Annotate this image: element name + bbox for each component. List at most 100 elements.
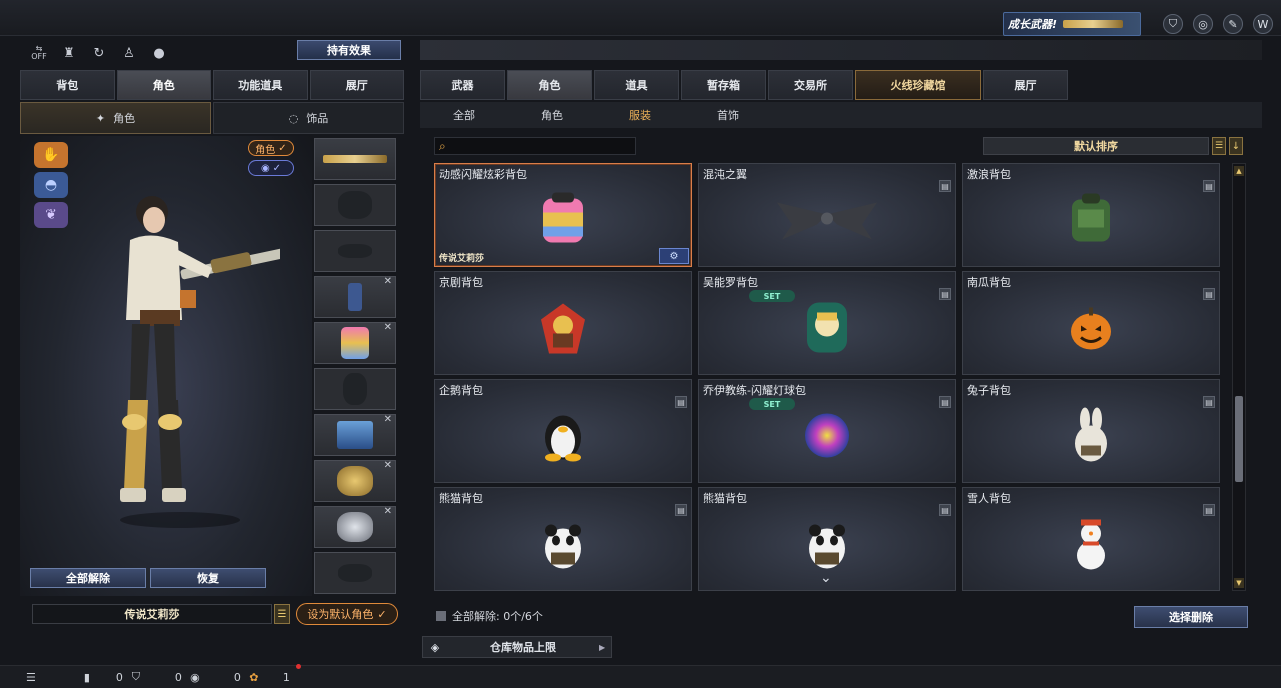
storage-limit-button[interactable]: ◈ 仓库物品上限 ▶: [422, 636, 612, 658]
item-card[interactable]: 兔子背包 ▤: [962, 379, 1220, 483]
tab-character[interactable]: 角色: [507, 70, 592, 100]
item-card[interactable]: 南瓜背包 ▤: [962, 271, 1220, 375]
character-name-field[interactable]: 传说艾莉莎: [32, 604, 272, 624]
globe-icon[interactable]: ◎: [1193, 14, 1213, 34]
subtab-accessories[interactable]: ◌ 饰品: [213, 102, 404, 134]
subtab-character[interactable]: 角色: [508, 102, 596, 128]
item-card[interactable]: 混沌之翼 ▤: [698, 163, 956, 267]
scroll-down-icon[interactable]: ▼: [1234, 578, 1244, 588]
trash-icon[interactable]: ▤: [1203, 396, 1215, 408]
remove-icon[interactable]: ✕: [384, 322, 392, 333]
item-name: 南瓜背包: [967, 276, 1011, 289]
scroll-thumb[interactable]: [1235, 396, 1243, 482]
subtab-character[interactable]: ✦ 角色: [20, 102, 211, 134]
stat-notifications: 1: [283, 671, 290, 684]
slot-weapon[interactable]: [314, 138, 396, 180]
wrench-icon[interactable]: ✎: [1223, 14, 1243, 34]
gear-icon[interactable]: ⚙: [659, 248, 689, 264]
stat-coins: 0 ◉: [165, 670, 202, 684]
slot-glasses[interactable]: [314, 230, 396, 272]
slot-lips[interactable]: [314, 552, 396, 594]
trash-icon[interactable]: ▤: [1203, 504, 1215, 516]
trash-icon[interactable]: ▤: [675, 396, 687, 408]
sort-direction-icon[interactable]: ↓: [1229, 137, 1243, 155]
list-menu-icon[interactable]: ☰: [1212, 137, 1226, 155]
squad-icon[interactable]: ♜: [58, 42, 80, 64]
chevron-down-icon[interactable]: ⌄: [820, 570, 832, 586]
slot-backpack[interactable]: ✕: [314, 322, 396, 364]
tab-showroom[interactable]: 展厅: [983, 70, 1068, 100]
slot-mask[interactable]: ✕: [314, 276, 396, 318]
search-input[interactable]: [449, 139, 620, 153]
bullet-icon: ▮: [83, 670, 90, 684]
trash-icon[interactable]: ▤: [939, 288, 951, 300]
trash-icon[interactable]: ▤: [1203, 180, 1215, 192]
tab-exchange[interactable]: 交易所: [768, 70, 853, 100]
tab-character[interactable]: 角色: [116, 70, 211, 100]
item-card[interactable]: 乔伊教练-闪耀灯球包 SET ▤: [698, 379, 956, 483]
slot-charm-gold[interactable]: ✕: [314, 460, 396, 502]
unequip-all-button[interactable]: 全部解除: [30, 568, 146, 588]
remove-icon[interactable]: ✕: [384, 460, 392, 471]
item-card[interactable]: 激浪背包 ▤: [962, 163, 1220, 267]
holding-effect-button[interactable]: 持有效果: [297, 40, 401, 60]
slot-head[interactable]: [314, 184, 396, 226]
shield-badge-icon[interactable]: ⛉: [1163, 14, 1183, 34]
tab-function-items[interactable]: 功能道具: [213, 70, 308, 100]
search-box[interactable]: ⌕: [434, 137, 636, 155]
select-delete-button[interactable]: 选择删除: [1134, 606, 1248, 628]
panda-image: [805, 517, 849, 574]
slot-vest[interactable]: [314, 368, 396, 410]
scrollbar[interactable]: ▲ ▼: [1232, 163, 1246, 591]
subtab-all[interactable]: 全部: [420, 102, 508, 128]
item-card[interactable]: 熊猫背包 ▤: [434, 487, 692, 591]
item-card[interactable]: 雪人背包 ▤: [962, 487, 1220, 591]
promo-banner[interactable]: 成长武器!: [1003, 12, 1141, 36]
tab-showroom[interactable]: 展厅: [309, 70, 404, 100]
trash-icon[interactable]: ▤: [939, 180, 951, 192]
top-bar: 成长武器! ⛉ ◎ ✎ W: [0, 0, 1281, 36]
bookmark-icon: [436, 611, 446, 621]
item-card[interactable]: 企鹅背包 ▤: [434, 379, 692, 483]
category-role-icon[interactable]: ✋: [34, 142, 68, 168]
subtab-clothing[interactable]: 服装: [596, 102, 684, 128]
item-name: 熊猫背包: [703, 492, 747, 505]
penguin-icon[interactable]: ●: [148, 42, 170, 64]
category-wing-icon[interactable]: ❦: [34, 202, 68, 228]
visibility-badge[interactable]: ◉ ✓: [248, 160, 294, 176]
remove-icon[interactable]: ✕: [384, 276, 392, 287]
scroll-up-icon[interactable]: ▲: [1234, 166, 1244, 176]
tab-backpack[interactable]: 背包: [20, 70, 115, 100]
trash-icon[interactable]: ▤: [939, 396, 951, 408]
set-default-character-button[interactable]: 设为默认角色 ✓: [296, 603, 398, 625]
subtab-jewelry[interactable]: 首饰: [684, 102, 772, 128]
coin-icon: ◉: [190, 670, 200, 684]
brand-w-icon[interactable]: W: [1253, 14, 1273, 34]
tab-weapons[interactable]: 武器: [420, 70, 505, 100]
sort-dropdown[interactable]: 默认排序: [983, 137, 1209, 155]
off-toggle-icon[interactable]: ⇆ OFF: [28, 42, 50, 64]
walk-icon[interactable]: ♙: [118, 42, 140, 64]
refresh-icon[interactable]: ↻: [88, 42, 110, 64]
gift-icon[interactable]: ✿: [247, 670, 261, 684]
remove-icon[interactable]: ✕: [384, 414, 392, 425]
trash-icon[interactable]: ▤: [675, 504, 687, 516]
trash-icon[interactable]: ▤: [1203, 288, 1215, 300]
chevron-right-icon: ▶: [599, 642, 606, 652]
list-menu-icon[interactable]: ☰: [274, 604, 290, 624]
role-badge[interactable]: 角色 ✓: [248, 140, 294, 156]
subtab-character-label: 角色: [113, 112, 136, 125]
slot-charm-silver[interactable]: ✕: [314, 506, 396, 548]
item-card[interactable]: 吴能罗背包 SET ▤: [698, 271, 956, 375]
item-card[interactable]: 动感闪耀炫彩背包 传说艾莉莎 ⚙: [434, 163, 692, 267]
category-eye-icon[interactable]: ◓: [34, 172, 68, 198]
restore-button[interactable]: 恢复: [150, 568, 266, 588]
tab-items[interactable]: 道具: [594, 70, 679, 100]
remove-icon[interactable]: ✕: [384, 506, 392, 517]
tab-temp-storage[interactable]: 暂存箱: [681, 70, 766, 100]
trash-icon[interactable]: ▤: [939, 504, 951, 516]
slot-ammo[interactable]: ✕: [314, 414, 396, 456]
item-card[interactable]: 京剧背包: [434, 271, 692, 375]
tab-collection-hall[interactable]: 火线珍藏馆: [855, 70, 981, 100]
menu-list-icon[interactable]: ☰: [26, 671, 36, 684]
